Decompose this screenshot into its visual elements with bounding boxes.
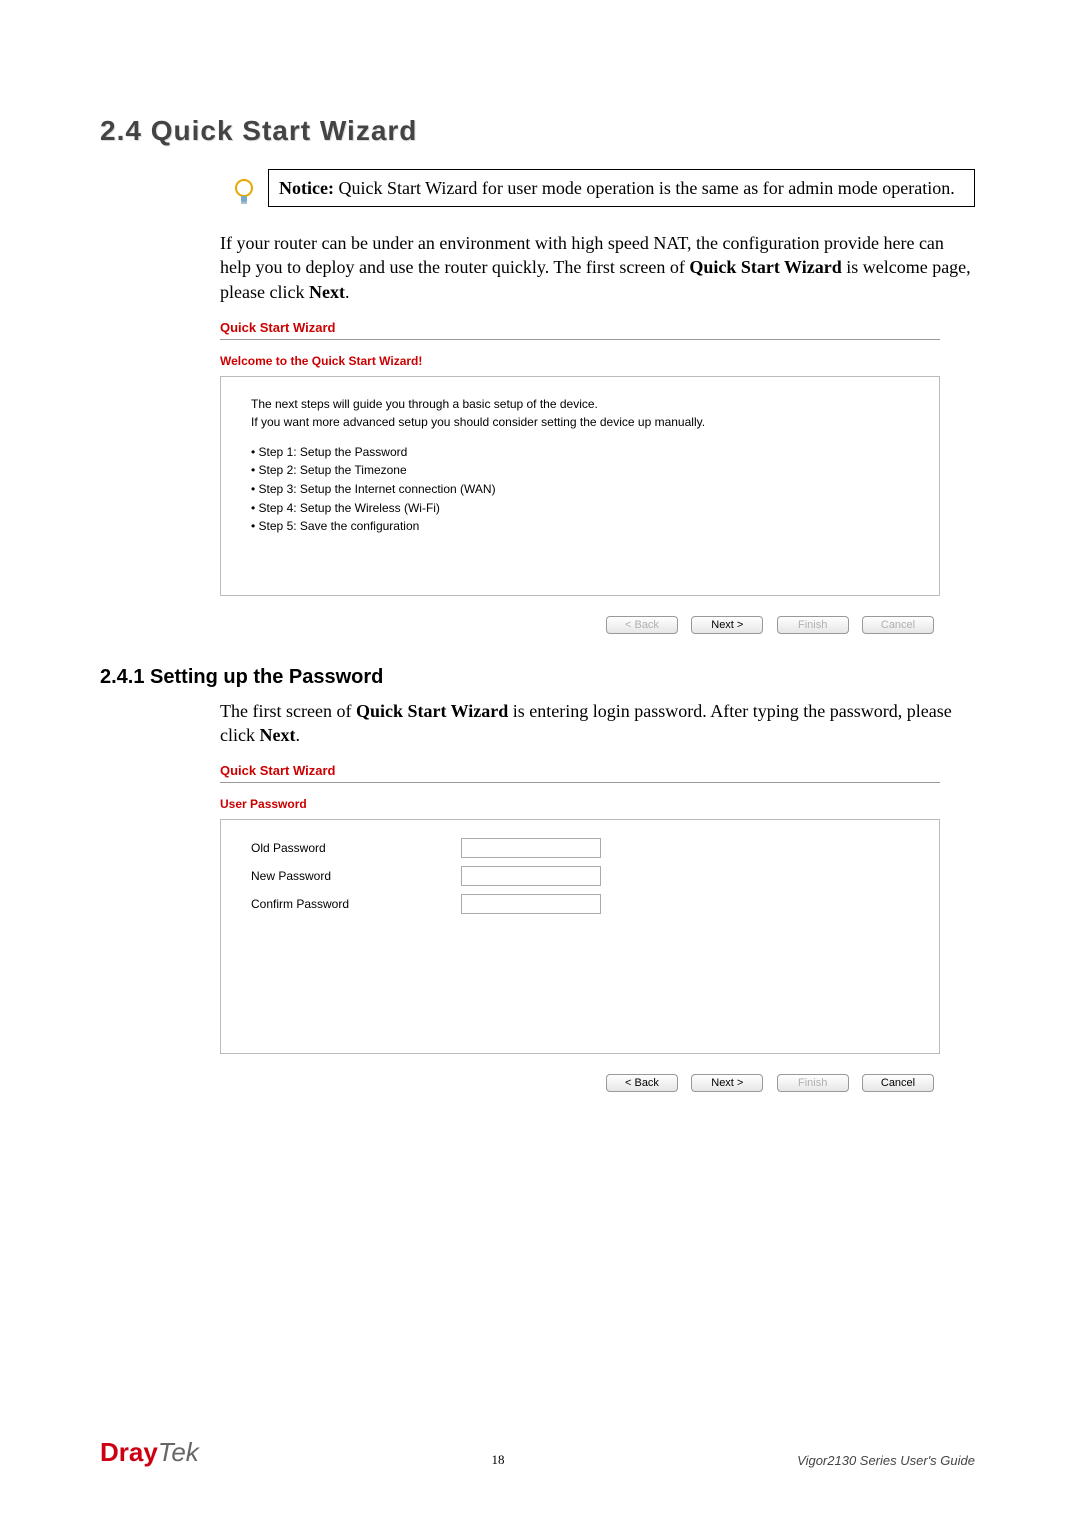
next-button[interactable]: Next > xyxy=(691,616,763,634)
wizard2-button-row: < Back Next > Finish Cancel xyxy=(220,1074,940,1092)
wizard1-button-row: < Back Next > Finish Cancel xyxy=(220,616,940,634)
pwpara-post: . xyxy=(295,725,300,745)
old-password-label: Old Password xyxy=(251,841,461,855)
intro-post: . xyxy=(345,282,350,302)
wizard1-step: Step 2: Setup the Timezone xyxy=(251,461,909,480)
notice-row: Notice: Quick Start Wizard for user mode… xyxy=(220,169,975,217)
wizard1-intro-line1: The next steps will guide you through a … xyxy=(251,395,909,413)
wizard1-subtitle: Welcome to the Quick Start Wizard! xyxy=(220,354,940,368)
wizard-welcome-panel: Quick Start Wizard Welcome to the Quick … xyxy=(220,314,940,634)
brand-left: Dray xyxy=(100,1437,158,1467)
wizard1-step: Step 4: Setup the Wireless (Wi-Fi) xyxy=(251,499,909,518)
guide-title: Vigor2130 Series User's Guide xyxy=(797,1453,975,1468)
pwpara-pre: The first screen of xyxy=(220,701,356,721)
subsection-heading: 2.4.1 Setting up the Password xyxy=(100,666,975,689)
wizard1-steps: Step 1: Setup the Password Step 2: Setup… xyxy=(251,443,909,536)
notice-label: Notice: xyxy=(279,178,334,198)
brand-right: Tek xyxy=(158,1437,199,1467)
pwpara-bold2: Next xyxy=(259,725,295,745)
wizard2-title: Quick Start Wizard xyxy=(220,757,940,783)
wizard1-step: Step 3: Setup the Internet connection (W… xyxy=(251,480,909,499)
next-button[interactable]: Next > xyxy=(691,1074,763,1092)
wizard-password-panel: Quick Start Wizard User Password Old Pas… xyxy=(220,757,940,1092)
confirm-password-label: Confirm Password xyxy=(251,897,461,911)
page-footer: DrayTek 18 Vigor2130 Series User's Guide xyxy=(100,1437,975,1468)
wizard2-subtitle: User Password xyxy=(220,797,940,811)
intro-bold1: Quick Start Wizard xyxy=(689,257,841,277)
pwpara-bold1: Quick Start Wizard xyxy=(356,701,508,721)
notice-box: Notice: Quick Start Wizard for user mode… xyxy=(268,169,975,207)
notice-text: Quick Start Wizard for user mode operati… xyxy=(334,178,955,198)
old-password-input[interactable] xyxy=(461,838,601,858)
confirm-password-row: Confirm Password xyxy=(251,894,909,914)
wizard1-intro-line2: If you want more advanced setup you shou… xyxy=(251,413,909,431)
new-password-row: New Password xyxy=(251,866,909,886)
cancel-button[interactable]: Cancel xyxy=(862,1074,934,1092)
wizard2-content: Old Password New Password Confirm Passwo… xyxy=(220,819,940,1054)
back-button[interactable]: < Back xyxy=(606,1074,678,1092)
confirm-password-input[interactable] xyxy=(461,894,601,914)
new-password-label: New Password xyxy=(251,869,461,883)
new-password-input[interactable] xyxy=(461,866,601,886)
brand-logo: DrayTek xyxy=(100,1437,199,1468)
old-password-row: Old Password xyxy=(251,838,909,858)
intro-bold2: Next xyxy=(309,282,345,302)
back-button: < Back xyxy=(606,616,678,634)
wizard1-title: Quick Start Wizard xyxy=(220,314,940,340)
wizard1-step: Step 1: Setup the Password xyxy=(251,443,909,462)
page-number: 18 xyxy=(491,1452,504,1468)
wizard1-step: Step 5: Save the configuration xyxy=(251,517,909,536)
wizard1-intro: The next steps will guide you through a … xyxy=(251,395,909,431)
intro-paragraph: If your router can be under an environme… xyxy=(220,231,975,304)
section-heading: 2.4 Quick Start Wizard xyxy=(100,115,975,147)
cancel-button: Cancel xyxy=(862,616,934,634)
wizard1-content: The next steps will guide you through a … xyxy=(220,376,940,596)
password-paragraph: The first screen of Quick Start Wizard i… xyxy=(220,699,975,748)
tip-bulb-icon xyxy=(220,169,268,217)
finish-button: Finish xyxy=(777,1074,849,1092)
finish-button: Finish xyxy=(777,616,849,634)
